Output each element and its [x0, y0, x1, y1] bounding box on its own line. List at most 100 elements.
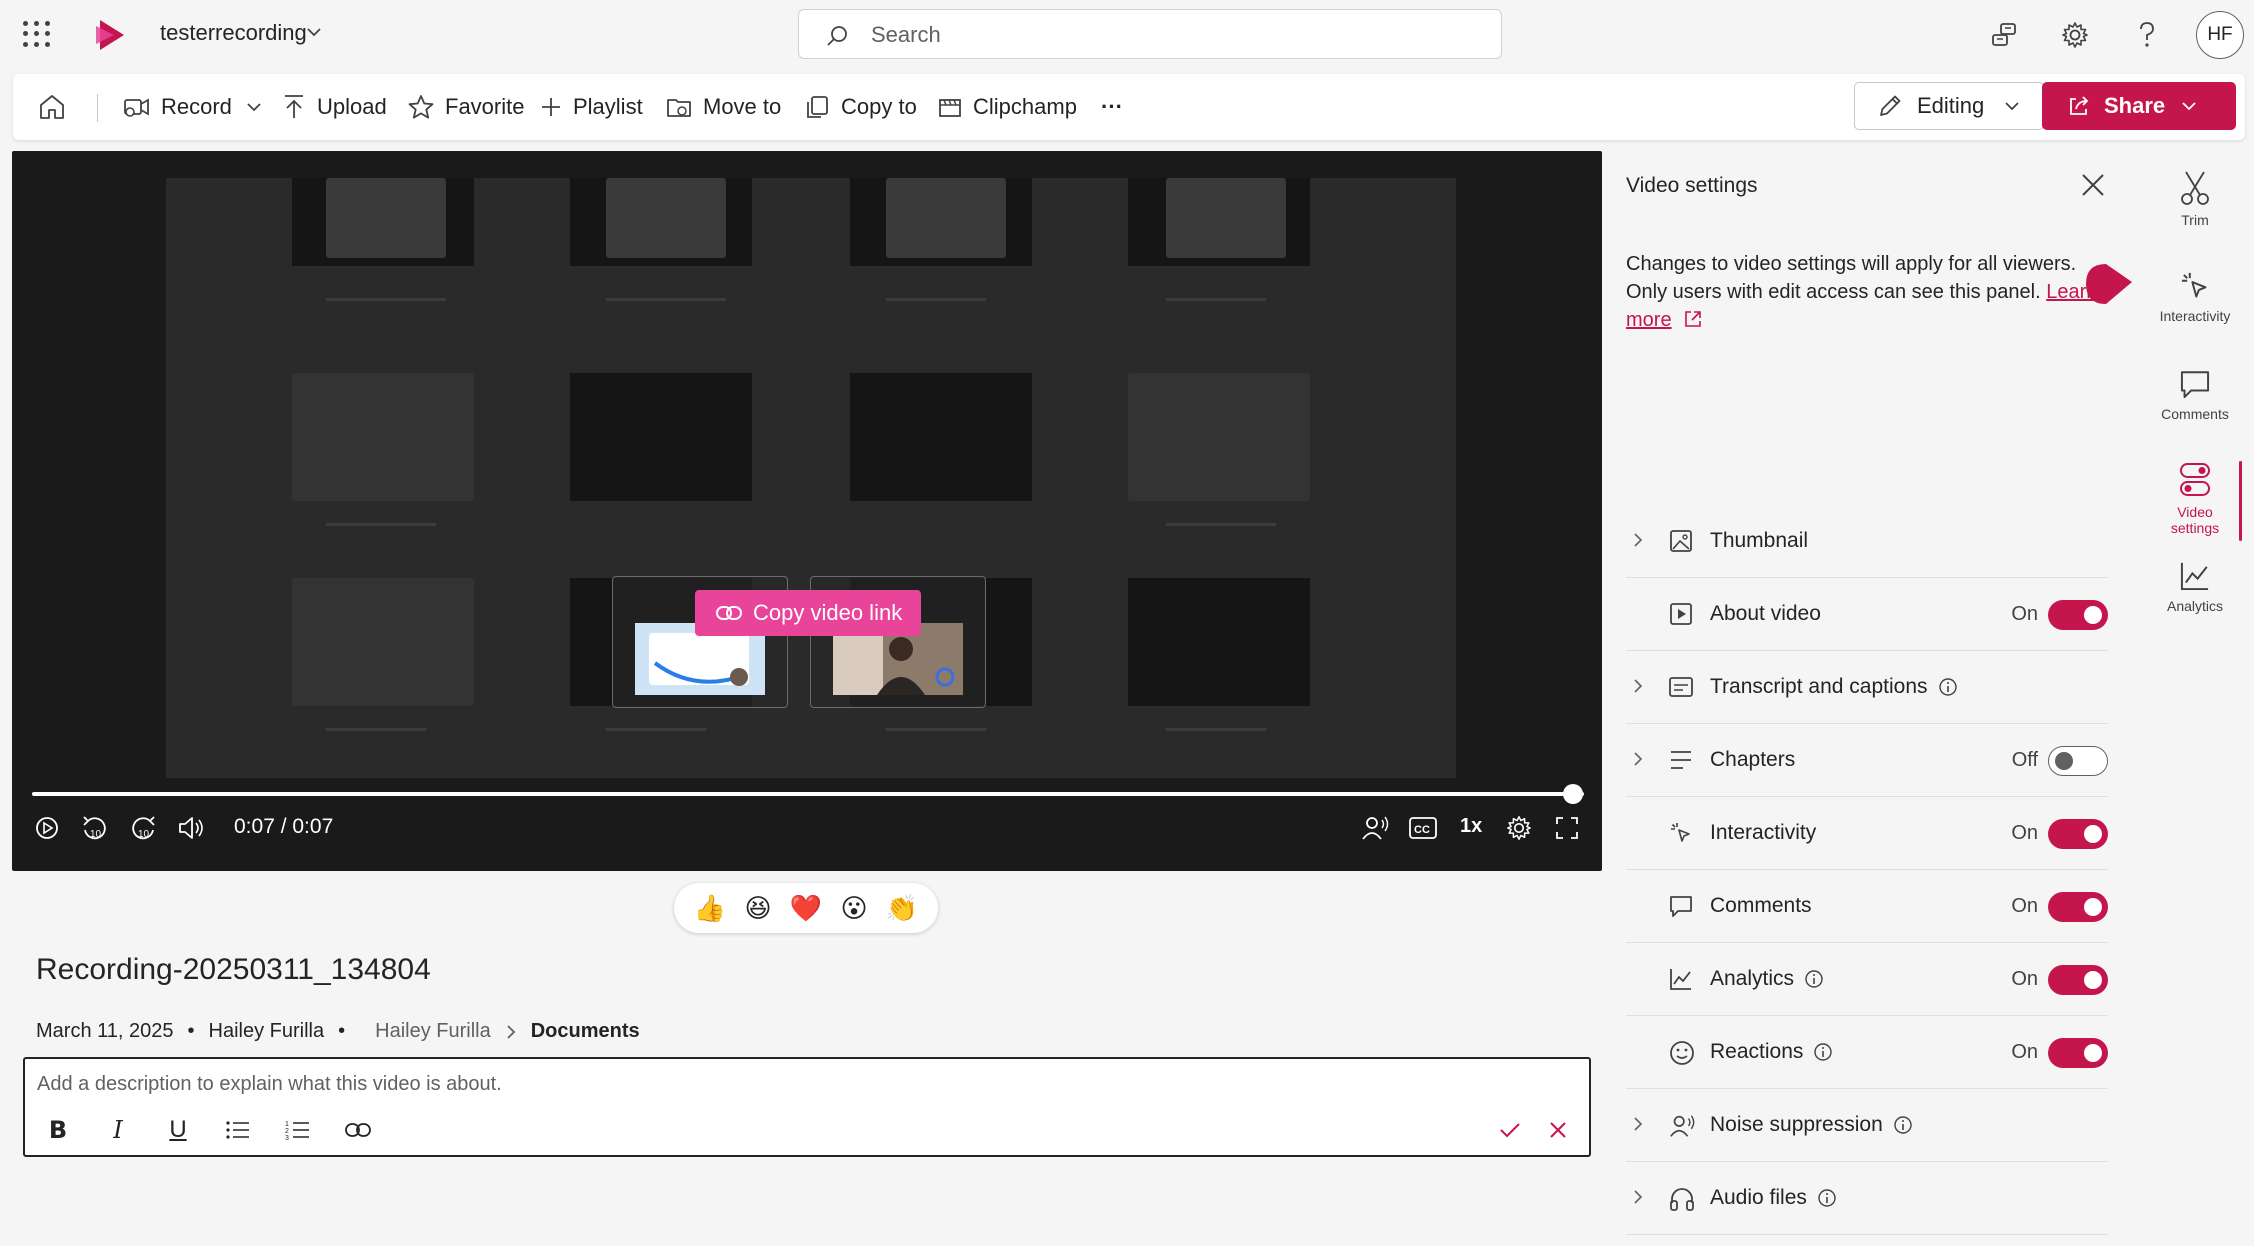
forward-10-button[interactable]: 10 — [126, 811, 160, 845]
info-icon[interactable] — [1893, 1115, 1913, 1135]
home-icon — [40, 95, 64, 119]
open-external-icon[interactable] — [1683, 309, 1703, 329]
panel-description: Changes to video settings will apply for… — [1626, 250, 2116, 334]
analytics-toggle[interactable] — [2048, 965, 2108, 995]
setting-state: On — [2011, 822, 2038, 844]
svg-text:10: 10 — [90, 829, 102, 840]
breadcrumb-folder[interactable]: Documents — [531, 1020, 640, 1043]
chevron-right-icon[interactable] — [1632, 1188, 1644, 1206]
setting-transcript-captions[interactable]: Transcript and captions — [1626, 651, 2108, 724]
toggles-icon — [2180, 463, 2210, 496]
copy-icon — [807, 96, 828, 118]
setting-chapters[interactable]: Chapters Off — [1626, 724, 2108, 797]
search-box[interactable] — [798, 9, 1502, 59]
copy-to-button[interactable]: Copy to — [803, 90, 917, 124]
home-button[interactable] — [37, 90, 77, 124]
reaction-laugh[interactable]: 😆 — [742, 892, 774, 924]
description-input[interactable] — [37, 1069, 1437, 1099]
playback-speed-button[interactable]: 1x — [1460, 815, 1482, 838]
video-owner[interactable]: Hailey Furilla — [209, 1020, 325, 1043]
search-input[interactable] — [871, 20, 1471, 50]
bold-icon: B — [48, 1116, 68, 1144]
description-editor[interactable]: B I U 123 — [23, 1057, 1591, 1157]
video-metadata: March 11, 2025 • Hailey Furilla • Hailey… — [36, 1020, 640, 1043]
chevron-right-icon[interactable] — [1632, 1115, 1644, 1133]
avatar[interactable]: HF — [2196, 11, 2244, 59]
rail-trim[interactable]: Trim — [2140, 168, 2250, 228]
chevron-right-icon — [507, 1024, 515, 1039]
breadcrumb-owner[interactable]: Hailey Furilla — [375, 1020, 491, 1043]
favorite-button[interactable]: Favorite — [407, 90, 524, 124]
chevron-right-icon[interactable] — [1632, 531, 1644, 549]
underline-button[interactable]: U — [161, 1113, 195, 1147]
move-to-button[interactable]: Move to — [665, 90, 781, 124]
info-icon[interactable] — [1813, 1042, 1833, 1062]
reaction-heart[interactable]: ❤️ — [790, 892, 822, 924]
bullet-list-icon — [226, 1121, 249, 1139]
progress-bar[interactable] — [32, 792, 1584, 796]
setting-thumbnail[interactable]: Thumbnail — [1626, 505, 2108, 578]
comments-toggle[interactable] — [2048, 892, 2108, 922]
cursor-click-icon — [2181, 272, 2207, 298]
setting-audio-files[interactable]: Audio files — [1626, 1162, 2108, 1235]
app-name[interactable]: testerrecording — [160, 20, 307, 46]
noise-suppression-button[interactable] — [1358, 811, 1392, 845]
chevron-down-icon[interactable] — [306, 26, 322, 38]
chevron-right-icon[interactable] — [1632, 750, 1644, 768]
reaction-like[interactable]: 👍 — [694, 892, 726, 924]
waffle-icon[interactable] — [22, 20, 50, 48]
about-video-toggle[interactable] — [2048, 600, 2108, 630]
info-icon[interactable] — [1817, 1188, 1837, 1208]
setting-state: On — [2011, 603, 2038, 625]
bullet-list-button[interactable] — [221, 1113, 255, 1147]
rewind-10-button[interactable]: 10 — [78, 811, 112, 845]
rail-analytics[interactable]: Analytics — [2140, 558, 2250, 614]
help-icon[interactable] — [2130, 18, 2164, 52]
gear-icon[interactable] — [2058, 18, 2092, 52]
headphones-icon — [1670, 1188, 1694, 1211]
stream-logo-icon[interactable] — [92, 18, 128, 52]
captions-button[interactable]: CC — [1406, 811, 1440, 845]
clipchamp-button[interactable]: Clipchamp — [937, 90, 1077, 124]
reaction-clap[interactable]: 👏 — [886, 892, 918, 924]
info-icon[interactable] — [1804, 969, 1824, 989]
reaction-surprised[interactable]: 😮 — [838, 892, 870, 924]
upload-button[interactable]: Upload — [281, 90, 387, 124]
fullscreen-button[interactable] — [1550, 811, 1584, 845]
share-feedback-icon[interactable] — [1987, 18, 2021, 52]
play-box-icon — [1670, 603, 1692, 625]
playlist-button[interactable]: Playlist — [539, 90, 643, 124]
close-panel-button[interactable] — [2080, 172, 2106, 198]
share-button[interactable]: Share — [2042, 82, 2236, 130]
setting-noise-suppression[interactable]: Noise suppression — [1626, 1089, 2108, 1162]
record-button[interactable]: Record — [121, 90, 262, 124]
save-description-button[interactable] — [1493, 1113, 1527, 1147]
progress-thumb[interactable] — [1563, 784, 1583, 804]
numbered-list-button[interactable]: 123 — [281, 1113, 315, 1147]
chevron-down-icon — [2005, 102, 2019, 111]
volume-button[interactable] — [174, 811, 208, 845]
bold-button[interactable]: B — [41, 1113, 75, 1147]
video-player[interactable]: Copy video link 10 10 0:07 / 0:07 CC 1x — [12, 151, 1602, 871]
rail-active-indicator — [2239, 461, 2242, 541]
setting-label: Reactions — [1710, 1040, 1833, 1064]
player-settings-button[interactable] — [1502, 811, 1536, 845]
chapters-toggle[interactable] — [2048, 746, 2108, 776]
info-icon[interactable] — [1938, 677, 1958, 697]
insert-link-button[interactable] — [341, 1113, 375, 1147]
reactions-toggle[interactable] — [2048, 1038, 2108, 1068]
rail-interactivity[interactable]: Interactivity — [2140, 268, 2250, 324]
rail-comments-label: Comments — [2161, 406, 2229, 422]
more-options-button[interactable]: ··· — [1101, 90, 1123, 124]
copy-video-link-button[interactable]: Copy video link — [695, 590, 921, 636]
editing-mode-button[interactable]: Editing — [1854, 82, 2044, 130]
italic-button[interactable]: I — [101, 1113, 135, 1147]
video-title[interactable]: Recording-20250311_134804 — [36, 953, 431, 987]
chevron-right-icon[interactable] — [1632, 677, 1644, 695]
replay-button[interactable] — [30, 811, 64, 845]
cancel-description-button[interactable] — [1541, 1113, 1575, 1147]
rail-comments[interactable]: Comments — [2140, 366, 2250, 422]
rail-video-settings[interactable]: Video settings — [2140, 460, 2250, 536]
interactivity-toggle[interactable] — [2048, 819, 2108, 849]
setting-label: Analytics — [1710, 967, 1824, 991]
